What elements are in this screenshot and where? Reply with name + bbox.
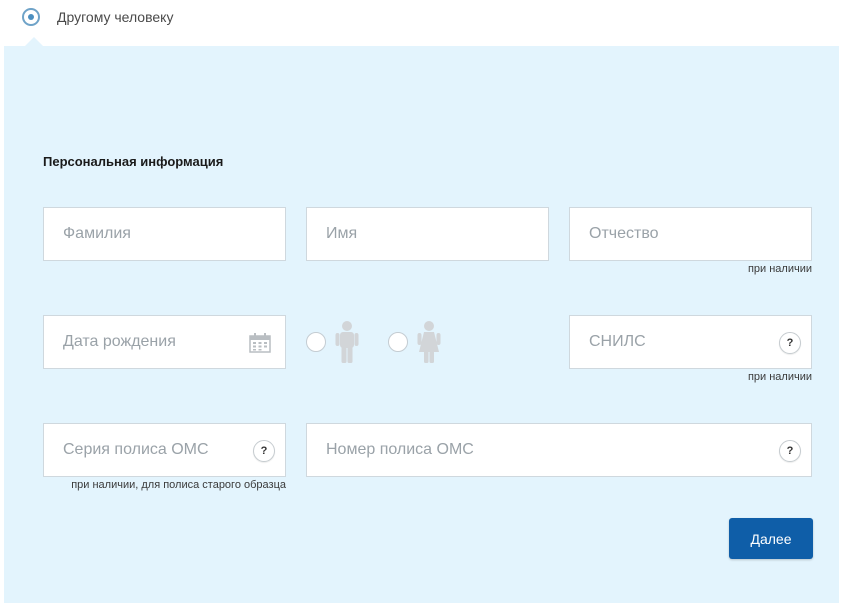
oms-series-help-icon[interactable]: ? bbox=[253, 440, 275, 462]
gender-female-radio[interactable] bbox=[388, 332, 408, 352]
first-name-field[interactable] bbox=[306, 207, 549, 261]
gender-male-radio[interactable] bbox=[306, 332, 326, 352]
female-icon bbox=[417, 321, 441, 363]
section-title: Персональная информация bbox=[43, 154, 224, 169]
recipient-option-label: Другому человеку bbox=[57, 9, 174, 25]
recipient-option-other[interactable]: Другому человеку bbox=[22, 5, 173, 29]
next-button[interactable]: Далее bbox=[729, 518, 813, 559]
oms-number-help-icon[interactable]: ? bbox=[779, 440, 801, 462]
calendar-icon[interactable] bbox=[249, 333, 271, 353]
panel-pointer bbox=[25, 37, 43, 46]
last-name-field[interactable] bbox=[43, 207, 286, 261]
snils-help-icon[interactable]: ? bbox=[779, 332, 801, 354]
snils-field[interactable]: ? bbox=[569, 315, 812, 369]
patronymic-input[interactable] bbox=[570, 208, 811, 260]
male-icon bbox=[335, 321, 359, 363]
oms-number-field[interactable]: ? bbox=[306, 423, 812, 477]
patronymic-field[interactable] bbox=[569, 207, 812, 261]
patronymic-hint: при наличии bbox=[747, 263, 812, 275]
snils-hint: при наличии bbox=[747, 371, 812, 383]
first-name-input[interactable] bbox=[307, 208, 548, 260]
oms-series-hint: при наличии, для полиса старого образца bbox=[71, 479, 286, 491]
snils-input[interactable] bbox=[570, 316, 811, 368]
birth-date-field[interactable] bbox=[43, 315, 286, 369]
oms-series-input[interactable] bbox=[44, 424, 285, 476]
oms-number-input[interactable] bbox=[307, 424, 811, 476]
oms-series-field[interactable]: ? bbox=[43, 423, 286, 477]
last-name-input[interactable] bbox=[44, 208, 285, 260]
radio-selected-icon[interactable] bbox=[22, 8, 40, 26]
